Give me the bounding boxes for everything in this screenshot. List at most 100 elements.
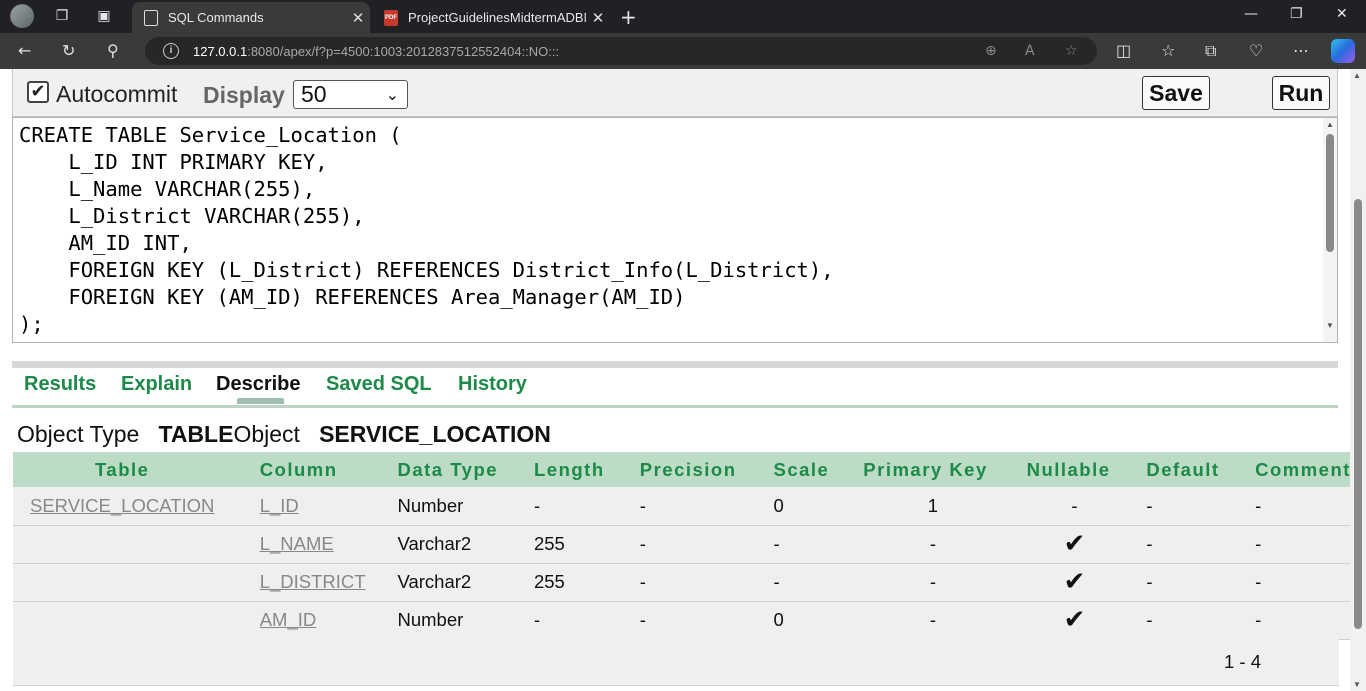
nullable-check-icon: ✔ (1014, 563, 1135, 602)
page-scrollbar[interactable]: ▲ ▼ (1350, 69, 1366, 691)
health-icon[interactable]: ♡ (1249, 41, 1263, 60)
active-tab-indicator (237, 398, 284, 404)
tab-project-guidelines[interactable]: PDF ProjectGuidelinesMidtermADBMS ✕ (372, 2, 610, 33)
object-name-value: SERVICE_LOCATION (319, 421, 551, 447)
header-data-type[interactable]: Data Type (385, 452, 522, 487)
data-type-cell: Number (385, 487, 522, 526)
collections-icon[interactable]: ⧉ (1205, 41, 1216, 61)
save-button[interactable]: Save (1142, 76, 1210, 110)
autocommit-label: Autocommit (56, 81, 178, 107)
code-line: FOREIGN KEY (L_District) REFERENCES Dist… (19, 258, 834, 282)
browser-tab-bar: ❐ ▣ SQL Commands ✕ PDF ProjectGuidelines… (0, 0, 1366, 33)
nullable-cell: - (1014, 487, 1135, 526)
more-icon[interactable]: ⋯ (1293, 41, 1309, 60)
close-window-icon[interactable]: ✕ (1336, 6, 1348, 22)
page-viewport: ✔ Autocommit Display 50 ⌄ Save Run CREAT… (0, 69, 1366, 691)
length-cell: - (521, 601, 628, 640)
sql-code[interactable]: CREATE TABLE Service_Location ( L_ID INT… (19, 122, 834, 338)
search-icon[interactable]: ⚲ (107, 41, 119, 60)
chevron-down-icon: ⌄ (385, 85, 399, 104)
url-field[interactable]: i 127.0.0.1:8080/apex/f?p=4500:1003:2012… (145, 37, 1097, 65)
scroll-up-icon[interactable]: ▲ (1326, 120, 1334, 129)
code-line: CREATE TABLE Service_Location ( (19, 123, 402, 147)
header-length[interactable]: Length (521, 452, 628, 487)
restore-icon[interactable]: ❐ (1290, 6, 1303, 22)
tab-saved-sql[interactable]: Saved SQL (326, 373, 432, 396)
comment-cell: - (1243, 525, 1351, 564)
workspaces-icon[interactable]: ❐ (52, 6, 72, 26)
profile-avatar[interactable] (10, 4, 34, 28)
describe-table: Table Column Data Type Length Precision … (13, 452, 1351, 640)
back-icon[interactable]: ← (18, 41, 31, 60)
header-table[interactable]: Table (13, 452, 247, 487)
code-line: FOREIGN KEY (AM_ID) REFERENCES Area_Mana… (19, 285, 686, 309)
header-column[interactable]: Column (246, 452, 386, 487)
object-type-value: TABLE (158, 421, 234, 447)
tab-sql-commands[interactable]: SQL Commands ✕ (132, 2, 370, 33)
header-default[interactable]: Default (1134, 452, 1244, 487)
tab-history[interactable]: History (458, 373, 527, 396)
editor-scrollbar[interactable]: ▲ ▼ (1323, 118, 1337, 342)
header-scale[interactable]: Scale (761, 452, 852, 487)
copilot-icon[interactable] (1331, 39, 1355, 63)
display-rows-select[interactable]: 50 ⌄ (293, 80, 408, 109)
tab-explain[interactable]: Explain (121, 373, 192, 396)
data-type-cell: Varchar2 (385, 525, 522, 564)
precision-cell: - (627, 525, 762, 564)
split-screen-icon[interactable]: ◫ (1116, 41, 1131, 60)
column-name-link[interactable]: L_DISTRICT (260, 571, 366, 592)
favorite-star-icon[interactable]: ☆ (1065, 43, 1078, 59)
read-aloud-icon[interactable]: A (1025, 43, 1035, 59)
default-cell: - (1134, 525, 1244, 564)
header-comment[interactable]: Comment (1243, 452, 1351, 487)
column-name-link[interactable]: L_ID (260, 495, 299, 516)
sql-commands-panel: ✔ Autocommit Display 50 ⌄ Save Run CREAT… (12, 69, 1351, 689)
pagination-bar: 1 - 4 (13, 636, 1339, 686)
autocommit-checkbox[interactable]: ✔ (27, 81, 49, 103)
document-icon (144, 9, 158, 26)
close-tab-icon[interactable]: ✕ (346, 9, 370, 27)
header-nullable[interactable]: Nullable (1014, 452, 1135, 487)
scale-cell: 0 (761, 601, 852, 640)
default-cell: - (1134, 487, 1244, 526)
run-button[interactable]: Run (1272, 76, 1330, 110)
scale-cell: - (761, 525, 852, 564)
zoom-icon[interactable]: ⊕ (985, 43, 997, 59)
scroll-down-icon[interactable]: ▼ (1326, 321, 1334, 330)
table-row: L_NAME Varchar2 255 - - - ✔ - - (13, 525, 1351, 564)
code-line: AM_ID INT, (19, 231, 192, 255)
table-header-row: Table Column Data Type Length Precision … (13, 452, 1351, 487)
minimize-icon[interactable]: — (1244, 6, 1258, 22)
url-host: 127.0.0.1 (193, 43, 248, 59)
new-tab-icon[interactable]: + (620, 5, 637, 29)
object-info: Object Type TABLEObject SERVICE_LOCATION (17, 421, 551, 448)
tab-results[interactable]: Results (24, 373, 96, 396)
tab-title: ProjectGuidelinesMidtermADBMS (408, 10, 586, 25)
header-primary-key[interactable]: Primary Key (851, 452, 1015, 487)
refresh-icon[interactable]: ↻ (62, 41, 75, 60)
sql-editor[interactable]: CREATE TABLE Service_Location ( L_ID INT… (12, 117, 1338, 343)
scroll-down-icon[interactable]: ▼ (1353, 680, 1361, 689)
comment-cell: - (1243, 563, 1351, 602)
tab-actions-icon[interactable]: ▣ (94, 6, 114, 26)
display-label: Display (203, 82, 285, 108)
precision-cell: - (627, 563, 762, 602)
sql-toolbar: ✔ Autocommit Display 50 ⌄ Save Run (12, 69, 1338, 117)
page-scroll-thumb[interactable] (1354, 199, 1362, 629)
site-info-icon[interactable]: i (163, 43, 179, 59)
column-name-link[interactable]: AM_ID (260, 609, 317, 630)
favorites-icon[interactable]: ☆ (1161, 41, 1175, 60)
data-type-cell: Varchar2 (385, 563, 522, 602)
tab-describe[interactable]: Describe (216, 373, 301, 396)
header-precision[interactable]: Precision (627, 452, 762, 487)
scroll-up-icon[interactable]: ▲ (1353, 71, 1361, 80)
close-tab-icon[interactable]: ✕ (586, 9, 610, 27)
nullable-check-icon: ✔ (1014, 525, 1135, 564)
object-label: Object (233, 421, 300, 447)
comment-cell: - (1243, 601, 1351, 640)
primary-key-cell: - (851, 601, 1015, 640)
column-name-link[interactable]: L_NAME (260, 533, 334, 554)
editor-scroll-thumb[interactable] (1326, 134, 1334, 252)
table-name-link[interactable]: SERVICE_LOCATION (30, 495, 214, 516)
scale-cell: - (761, 563, 852, 602)
